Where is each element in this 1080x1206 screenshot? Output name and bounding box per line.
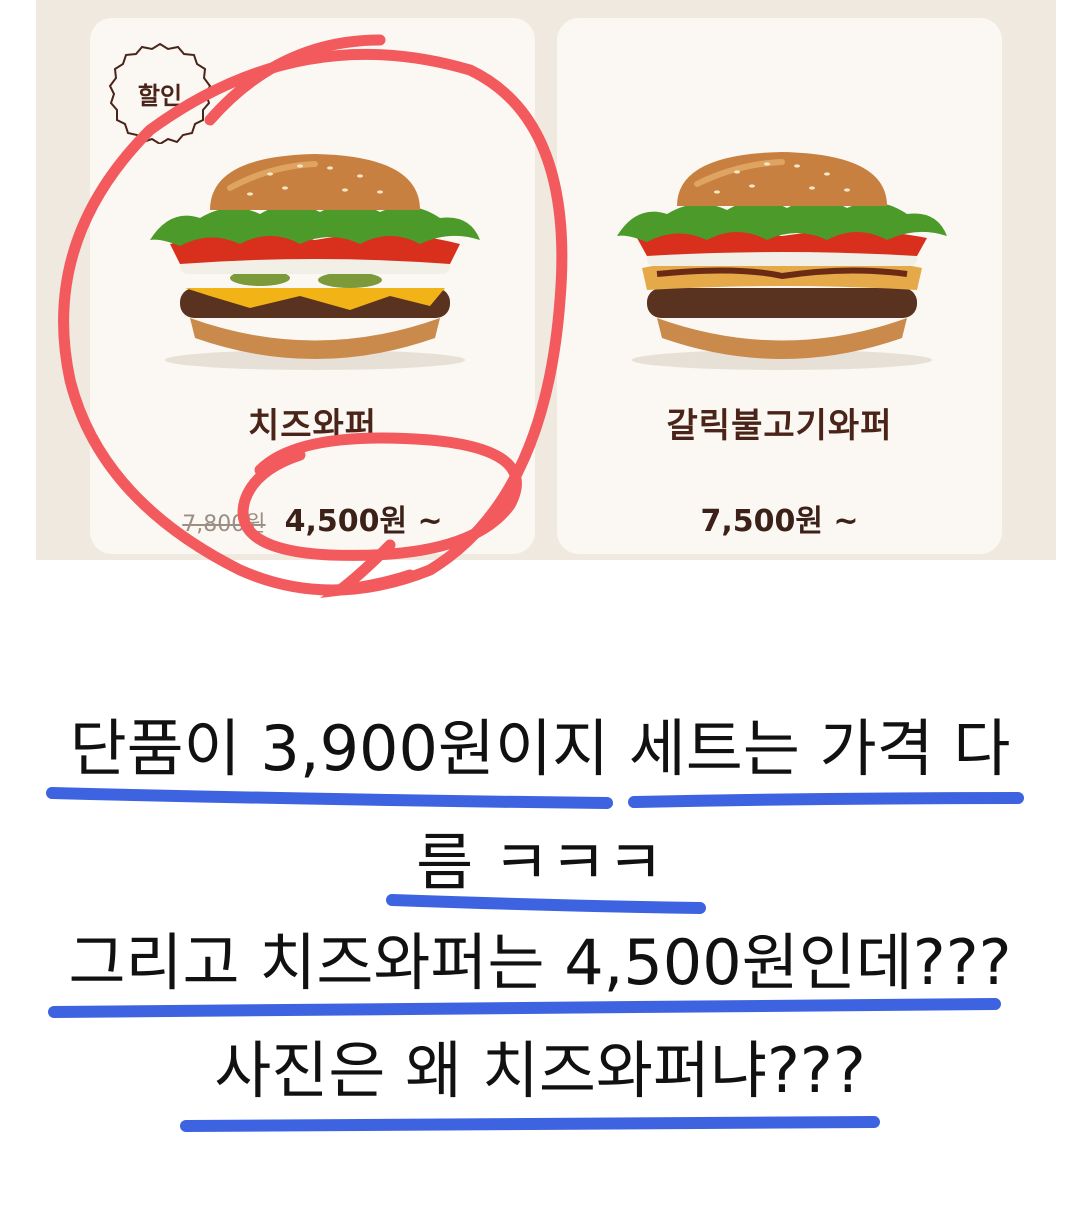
- caption-line-3: 그리고 치즈와퍼는 4,500원인데???: [68, 926, 1012, 999]
- caption-line-1: 단품이 3,900원이지 세트는 가격 다: [69, 712, 1011, 785]
- discount-badge: 할인: [108, 40, 212, 146]
- menu-item-name: 치즈와퍼: [247, 406, 378, 446]
- caption-line-4: 사진은 왜 치즈와퍼냐???: [214, 1034, 866, 1107]
- cheese-whopper-image: [150, 154, 480, 370]
- menu-card-cheese-whopper[interactable]: 할인 치즈와퍼 7,800원 4,500원 ~: [90, 18, 535, 554]
- garlic-bulgogi-whopper-image: [617, 152, 947, 370]
- sale-price: 4,500원 ~: [284, 504, 443, 539]
- price: 7,500원 ~: [700, 504, 859, 539]
- underline-1b: [628, 792, 1024, 808]
- price-row: 7,500원 ~: [557, 496, 1002, 540]
- original-price: 7,800원: [182, 512, 266, 537]
- underline-3: [48, 998, 1001, 1018]
- menu-panel: 할인 치즈와퍼 7,800원 4,500원 ~ 갈릭불고기와퍼 7,500원 ~: [36, 0, 1056, 560]
- price-row: 7,800원 4,500원 ~: [90, 496, 535, 540]
- caption-line-2: 름 ㅋㅋㅋ: [416, 826, 664, 899]
- menu-item-name: 갈릭불고기와퍼: [666, 406, 893, 446]
- underline-4: [180, 1116, 880, 1132]
- menu-card-garlic-bulgogi-whopper[interactable]: 갈릭불고기와퍼 7,500원 ~: [557, 18, 1002, 554]
- discount-badge-label: 할인: [137, 82, 183, 110]
- underline-2: [386, 894, 706, 914]
- underline-1a: [46, 787, 613, 809]
